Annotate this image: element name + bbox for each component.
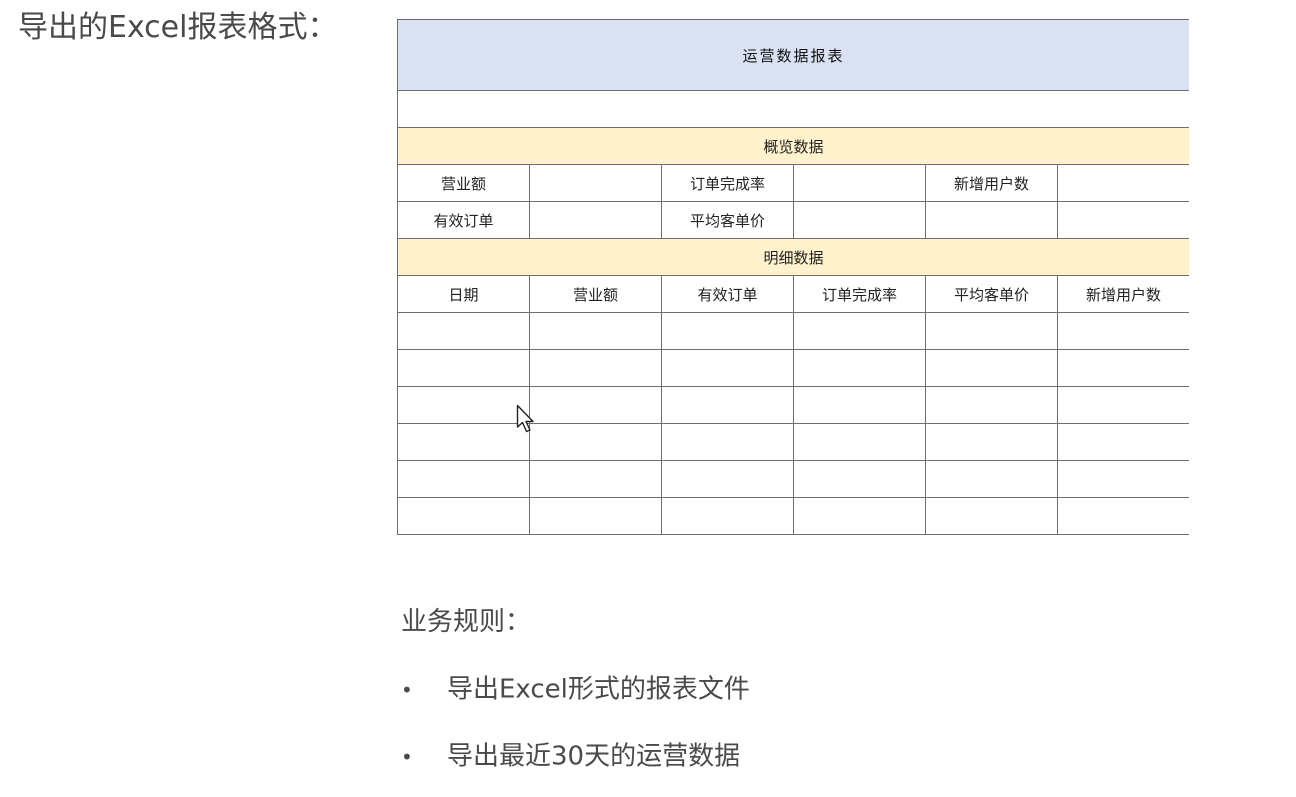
detail-data-cell [1056, 349, 1189, 387]
detail-header-date: 日期 [397, 275, 530, 313]
detail-data-cell [793, 497, 926, 535]
blank-row [397, 90, 1189, 128]
detail-data-cell [793, 386, 926, 424]
detail-data-cell [661, 423, 794, 461]
rule-text: 导出Excel形式的报表文件 [447, 674, 750, 705]
detail-data-row [397, 460, 1189, 498]
detail-data-cell [793, 460, 926, 498]
detail-data-cell [529, 386, 662, 424]
blank-cell [397, 90, 1189, 128]
detail-data-cell [661, 460, 794, 498]
detail-data-cell [1056, 460, 1189, 498]
detail-header-row: 日期 营业额 有效订单 订单完成率 平均客单价 新增用户数 [397, 275, 1189, 313]
overview-label-valid-orders: 有效订单 [397, 201, 530, 239]
detail-data-cell [397, 460, 530, 498]
rule-text: 导出最近30天的运营数据 [447, 741, 741, 772]
detail-data-cell [925, 423, 1058, 461]
detail-data-cell [925, 349, 1058, 387]
overview-section-title: 概览数据 [397, 127, 1189, 165]
overview-empty-cell [925, 201, 1058, 239]
overview-label-revenue: 营业额 [397, 164, 530, 202]
detail-data-cell [529, 312, 662, 350]
rule-list-item: • 导出最近30天的运营数据 [401, 738, 740, 775]
overview-empty-cell [1056, 201, 1189, 239]
overview-label-avg-order-value: 平均客单价 [661, 201, 794, 239]
detail-data-cell [1056, 312, 1189, 350]
overview-section-row: 概览数据 [397, 127, 1189, 165]
detail-data-cell [397, 349, 530, 387]
detail-data-row [397, 497, 1189, 535]
overview-row: 有效订单 平均客单价 [397, 201, 1189, 239]
detail-header-valid-orders: 有效订单 [661, 275, 794, 313]
report-title: 运营数据报表 [397, 19, 1189, 91]
excel-report-preview: 运营数据报表 概览数据 营业额 订单完成率 新增用户数 有效订单 平均客单价 明… [397, 19, 1189, 552]
detail-data-cell [925, 460, 1058, 498]
detail-data-cell [397, 386, 530, 424]
detail-data-cell [793, 423, 926, 461]
detail-data-cell [529, 423, 662, 461]
detail-data-cell [661, 349, 794, 387]
detail-data-cell [661, 497, 794, 535]
detail-data-cell [529, 349, 662, 387]
page-heading: 导出的Excel报表格式： [18, 10, 338, 45]
detail-header-completion-rate: 订单完成率 [793, 275, 926, 313]
overview-row: 营业额 订单完成率 新增用户数 [397, 164, 1189, 202]
detail-data-cell [397, 312, 530, 350]
detail-data-cell [1056, 386, 1189, 424]
overview-label-new-users: 新增用户数 [925, 164, 1058, 202]
overview-label-completion-rate: 订单完成率 [661, 164, 794, 202]
mouse-pointer-icon [516, 404, 534, 433]
detail-data-cell [925, 497, 1058, 535]
detail-data-cell [1056, 423, 1189, 461]
overview-value-cell [793, 201, 926, 239]
detail-data-cell [397, 497, 530, 535]
detail-header-revenue: 营业额 [529, 275, 662, 313]
rule-list-item: • 导出Excel形式的报表文件 [401, 671, 750, 708]
detail-data-row [397, 349, 1189, 387]
overview-value-cell [529, 201, 662, 239]
detail-data-cell [925, 312, 1058, 350]
detail-data-cell [1056, 497, 1189, 535]
detail-data-cell [529, 497, 662, 535]
detail-section-title: 明细数据 [397, 238, 1189, 276]
detail-data-cell [793, 312, 926, 350]
report-table: 运营数据报表 概览数据 营业额 订单完成率 新增用户数 有效订单 平均客单价 明… [397, 19, 1189, 535]
detail-section-row: 明细数据 [397, 238, 1189, 276]
detail-header-new-users: 新增用户数 [1056, 275, 1189, 313]
bullet-icon: • [401, 744, 413, 769]
detail-data-cell [661, 386, 794, 424]
detail-data-cell [397, 423, 530, 461]
overview-value-cell [1056, 164, 1189, 202]
detail-data-row [397, 312, 1189, 350]
overview-value-cell [529, 164, 662, 202]
title-row: 运营数据报表 [397, 19, 1189, 91]
detail-data-cell [661, 312, 794, 350]
detail-data-cell [529, 460, 662, 498]
detail-header-avg-order-value: 平均客单价 [925, 275, 1058, 313]
bullet-icon: • [401, 677, 413, 702]
detail-data-cell [793, 349, 926, 387]
detail-data-cell [925, 386, 1058, 424]
business-rules-title: 业务规则： [401, 607, 532, 637]
overview-value-cell [793, 164, 926, 202]
